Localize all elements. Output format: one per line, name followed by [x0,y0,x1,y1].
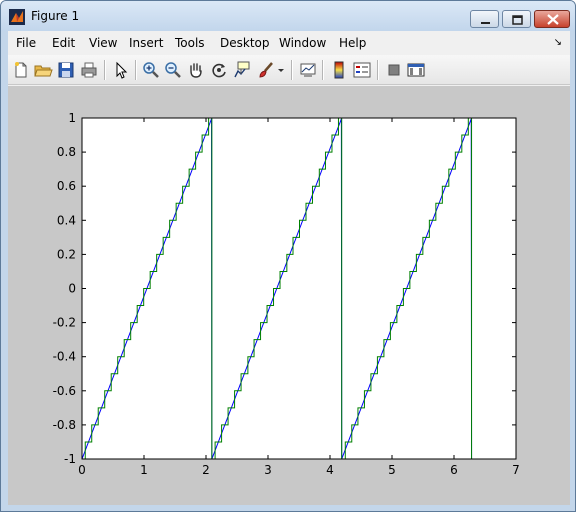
y-tick-label: -0.8 [53,418,76,432]
open-file-icon[interactable] [33,60,53,80]
show-plot-tools-icon[interactable] [406,60,426,80]
maximize-icon [512,15,523,25]
menu-desktop[interactable]: Desktop [220,36,270,50]
y-tick-label: 0.6 [57,179,76,193]
menu-insert[interactable]: Insert [129,36,163,50]
legend-icon[interactable] [352,60,372,80]
zoom-in-icon[interactable] [141,60,161,80]
menu-tools[interactable]: Tools [175,36,205,50]
close-icon [547,14,559,25]
x-tick-label: 7 [512,463,520,477]
toolbar-separator [291,60,293,80]
x-tick-label: 3 [264,463,272,477]
y-tick-label: 0.8 [57,145,76,159]
colorbar-icon[interactable] [329,60,349,80]
y-tick-label: -0.4 [53,350,76,364]
dock-figure-icon[interactable]: ↘ [554,37,562,48]
matlab-app-icon [9,9,25,25]
y-tick-label: -0.6 [53,384,76,398]
toolbar-separator [322,60,324,80]
brush-icon[interactable] [256,60,276,80]
y-tick-label: 1 [68,111,76,125]
menu-edit[interactable]: Edit [52,36,75,50]
pan-hand-icon[interactable] [186,60,206,80]
minimize-button[interactable] [470,10,499,28]
x-tick-label: 0 [78,463,86,477]
figure-canvas: 0 1 2 3 4 5 6 7 -1 -0.8 -0.6 -0.4 -0.2 0 0.2 0.4 0.6 0.8 1 [8,86,570,505]
y-tick-label: 0.2 [57,247,76,261]
menu-window[interactable]: Window [279,36,326,50]
figure-toolbar [8,55,570,85]
figure-client-area: File Edit View Insert Tools Desktop Wind… [8,31,570,505]
print-icon[interactable] [79,60,99,80]
new-figure-icon[interactable] [11,60,31,80]
y-tick-label: -1 [64,452,76,466]
plot-svg[interactable]: 0 1 2 3 4 5 6 7 -1 -0.8 -0.6 -0.4 -0.2 0 0.2 0.4 0.6 0.8 1 [8,86,570,505]
minimize-icon [481,22,490,24]
toolbar-separator [135,60,137,80]
zoom-out-icon[interactable] [163,60,183,80]
maximize-button[interactable] [502,10,531,28]
x-tick-label: 1 [140,463,148,477]
title-bar[interactable]: Figure 1 [1,1,575,31]
menu-file[interactable]: File [16,36,36,50]
y-tick-label: 0 [68,282,76,296]
toolbar-separator [377,60,379,80]
close-button[interactable] [534,10,570,28]
y-tick-label: 0.4 [57,213,76,227]
menu-view[interactable]: View [89,36,117,50]
link-plot-icon[interactable] [298,60,318,80]
toolbar-separator [104,60,106,80]
data-cursor-icon[interactable] [232,60,252,80]
x-tick-label: 4 [326,463,334,477]
menu-help[interactable]: Help [339,36,366,50]
hide-plot-tools-icon[interactable] [384,60,404,80]
x-tick-label: 2 [202,463,210,477]
window-title: Figure 1 [31,9,80,23]
select-arrow-icon[interactable] [111,60,131,80]
x-tick-label: 5 [388,463,396,477]
x-tick-label: 6 [450,463,458,477]
figure-window: Figure 1 File Edit View Insert Tools Des… [0,0,576,512]
brush-dropdown-icon[interactable] [276,60,286,80]
save-icon[interactable] [56,60,76,80]
rotate-3d-icon[interactable] [209,60,229,80]
menu-bar: File Edit View Insert Tools Desktop Wind… [8,31,570,55]
y-tick-label: -0.2 [53,316,76,330]
